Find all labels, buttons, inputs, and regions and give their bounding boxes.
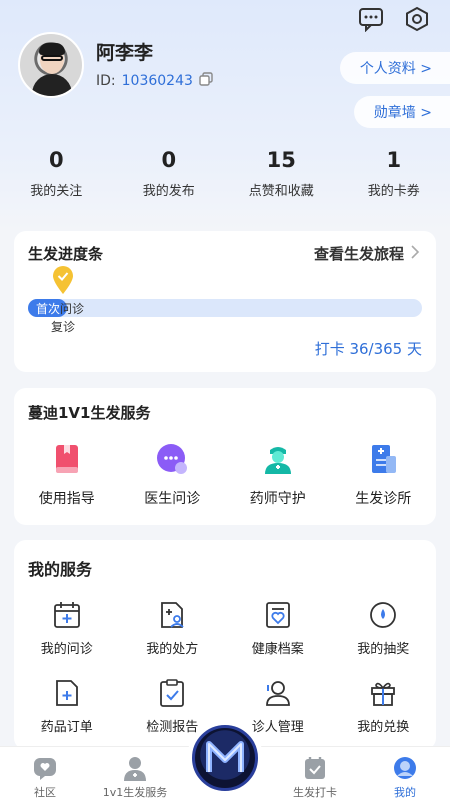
tab-mine[interactable]: 我的 — [360, 747, 450, 800]
location-pin-icon — [52, 265, 74, 295]
my-service-medicine-order[interactable]: 药品订单 — [14, 678, 120, 735]
guide-book-icon — [50, 442, 84, 476]
user-id: ID: 10360243 — [96, 72, 213, 90]
my-service-label: 我的兑换 — [357, 720, 410, 735]
journey-link-label: 查看生发旅程 — [313, 245, 404, 263]
username: 阿李李 — [96, 42, 154, 64]
gift-icon — [368, 678, 398, 708]
message-icon[interactable] — [358, 6, 384, 33]
my-service-label: 药品订单 — [40, 720, 93, 735]
badge-wall-button[interactable]: 勋章墙 > — [353, 96, 450, 128]
calendar-plus-icon — [52, 600, 82, 630]
report-icon — [157, 678, 187, 708]
checkin-count: 打卡 36/365 天 — [314, 340, 422, 358]
tab-community[interactable]: 社区 — [0, 747, 90, 800]
stage-first-visit: 首次问诊 — [36, 300, 84, 317]
pharmacist-icon — [261, 442, 295, 476]
lottery-icon — [368, 600, 398, 630]
my-service-consult[interactable]: 我的问诊 — [14, 600, 120, 657]
stat-coupons[interactable]: 1 我的卡券 — [338, 148, 450, 199]
prescription-icon — [157, 600, 187, 630]
stat-value: 15 — [266, 148, 296, 172]
service-item-doctor[interactable]: 医生问诊 — [120, 442, 226, 508]
stat-label: 我的关注 — [30, 184, 83, 199]
journey-link[interactable]: 查看生发旅程 — [314, 243, 420, 264]
stat-value: 0 — [161, 148, 177, 172]
progress-card: 生发进度条 查看生发旅程 首次问诊 复诊 打卡 36/365 天 — [14, 231, 436, 372]
my-services-title: 我的服务 — [28, 560, 93, 579]
my-service-label: 我的处方 — [146, 642, 199, 657]
center-logo-button[interactable] — [187, 720, 263, 796]
service-item-guide[interactable]: 使用指导 — [14, 442, 120, 508]
m-logo-icon — [192, 725, 258, 791]
service-item-pharmacist[interactable]: 药师守护 — [225, 442, 331, 508]
medicine-order-icon — [52, 678, 82, 708]
clinic-icon — [366, 442, 400, 476]
stat-likes[interactable]: 15 点赞和收藏 — [225, 148, 338, 199]
my-service-lottery[interactable]: 我的抽奖 — [331, 600, 437, 657]
service-item-clinic[interactable]: 生发诊所 — [331, 442, 437, 508]
settings-icon[interactable] — [404, 6, 430, 32]
health-record-icon — [263, 600, 293, 630]
my-services-card: 我的服务 我的问诊 我的处方 健康档案 我的抽奖 药品订单 检测报告 诊人管理 … — [14, 540, 436, 750]
stat-posts[interactable]: 0 我的发布 — [113, 148, 226, 199]
stage-revisit: 复诊 — [51, 320, 76, 334]
tab-label: 生发打卡 — [293, 786, 337, 799]
my-service-exchange[interactable]: 我的兑换 — [331, 678, 437, 735]
user-id-value: 10360243 — [121, 73, 193, 89]
patient-manage-icon — [263, 678, 293, 708]
tab-label: 1v1生发服务 — [102, 786, 168, 799]
service-title: 蔓迪1V1生发服务 — [28, 404, 151, 422]
chevron-right-icon — [410, 244, 420, 263]
stage-first-label-a: 首次 — [36, 302, 61, 316]
stat-following[interactable]: 0 我的关注 — [0, 148, 113, 199]
stage-first-label-b: 问诊 — [60, 302, 85, 316]
mine-icon — [392, 755, 418, 781]
chat-bubble-icon — [155, 442, 189, 476]
top-actions — [358, 6, 430, 33]
doctor-icon — [122, 755, 148, 781]
my-service-label: 我的抽奖 — [357, 642, 410, 657]
service-item-label: 使用指导 — [38, 491, 95, 507]
user-id-label: ID: — [96, 73, 116, 89]
service-item-label: 医生问诊 — [144, 491, 201, 507]
stat-label: 我的卡券 — [367, 184, 420, 199]
my-service-label: 健康档案 — [251, 642, 304, 657]
profile-button[interactable]: 个人资料 > — [339, 52, 450, 84]
tab-1v1-service[interactable]: 1v1生发服务 — [90, 747, 180, 800]
community-icon — [32, 755, 58, 781]
avatar[interactable] — [18, 32, 84, 98]
stat-label: 点赞和收藏 — [248, 184, 314, 199]
stats-row: 0 我的关注 0 我的发布 15 点赞和收藏 1 我的卡券 — [0, 148, 450, 199]
my-service-label: 我的问诊 — [40, 642, 93, 657]
service-card: 蔓迪1V1生发服务 使用指导 医生问诊 药师守护 生发诊所 — [14, 388, 436, 525]
checkin-icon — [302, 755, 328, 781]
stat-value: 0 — [48, 148, 64, 172]
copy-icon[interactable] — [199, 72, 213, 90]
my-service-prescription[interactable]: 我的处方 — [120, 600, 226, 657]
service-item-label: 药师守护 — [249, 491, 306, 507]
tab-checkin[interactable]: 生发打卡 — [270, 747, 360, 800]
tab-label: 我的 — [394, 786, 416, 799]
stat-value: 1 — [386, 148, 402, 172]
my-services-row-1: 我的问诊 我的处方 健康档案 我的抽奖 — [14, 600, 436, 657]
service-grid: 使用指导 医生问诊 药师守护 生发诊所 — [14, 442, 436, 508]
progress-track — [28, 299, 422, 317]
stat-label: 我的发布 — [142, 184, 195, 199]
progress-title: 生发进度条 — [28, 245, 104, 263]
service-item-label: 生发诊所 — [355, 491, 412, 507]
tab-label: 社区 — [34, 786, 56, 799]
my-service-health-record[interactable]: 健康档案 — [225, 600, 331, 657]
